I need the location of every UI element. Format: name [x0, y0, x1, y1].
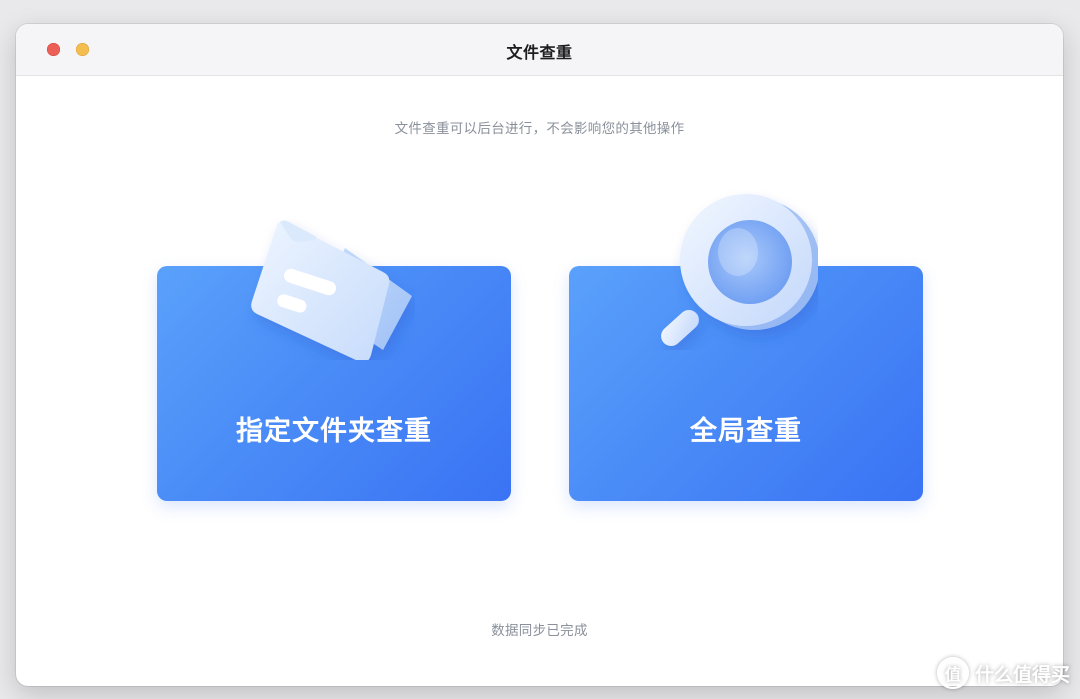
- watermark-text: 什么值得买: [974, 663, 1070, 686]
- global-dedupe-card[interactable]: 全局查重: [569, 266, 923, 501]
- title-bar: 文件查重: [16, 24, 1063, 76]
- watermark: 值 什么值得买: [936, 657, 1070, 689]
- window-title: 文件查重: [506, 43, 573, 62]
- watermark-badge-icon: 值: [936, 657, 969, 689]
- folder-dedupe-card[interactable]: 指定文件夹查重: [157, 266, 511, 501]
- global-dedupe-label: 全局查重: [690, 416, 802, 447]
- app-window: 文件查重 文件查重可以后台进行，不会影响您的其他操作 指定文件夹查重 全局查重 …: [16, 24, 1063, 686]
- folder-dedupe-label: 指定文件夹查重: [236, 416, 432, 447]
- subtitle-hint: 文件查重可以后台进行，不会影响您的其他操作: [394, 121, 685, 137]
- sync-status: 数据同步已完成: [491, 623, 588, 639]
